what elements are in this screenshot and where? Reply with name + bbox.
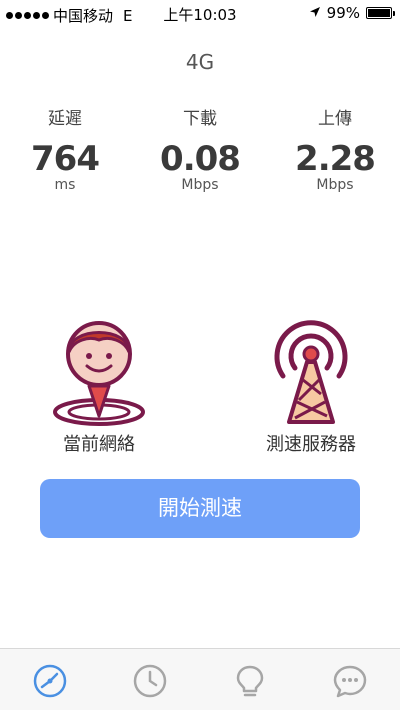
- test-server-label: 測速服務器: [266, 434, 356, 455]
- battery-percent: 99%: [326, 4, 360, 22]
- status-right: 99%: [309, 4, 395, 22]
- current-network-label: 當前網絡: [63, 434, 135, 455]
- current-network-card: 當前網絡: [24, 318, 174, 456]
- upload-value: 2.28: [295, 139, 376, 179]
- network-type-label: 4G: [185, 50, 215, 74]
- download-metric: 下載 0.08 Mbps: [140, 104, 260, 193]
- clock-icon: [133, 664, 167, 698]
- upload-unit: Mbps: [316, 177, 354, 193]
- latency-value: 764: [31, 139, 100, 179]
- chat-icon: [333, 665, 367, 698]
- start-test-button[interactable]: 開始測速: [40, 479, 360, 538]
- tab-bar: [0, 648, 400, 710]
- radio-tower-icon: [274, 320, 348, 424]
- tab-speedtest[interactable]: [33, 664, 67, 698]
- download-value: 0.08: [160, 139, 241, 179]
- latency-metric: 延遲 764 ms: [5, 104, 125, 193]
- lightbulb-icon: [236, 665, 264, 697]
- status-bar: 中国移动 E 上午10:03 99%: [0, 0, 400, 28]
- metrics-panel: 延遲 764 ms 下載 0.08 Mbps 上傳 2.28 Mbps: [0, 104, 400, 204]
- latency-label: 延遲: [48, 109, 82, 129]
- download-label: 下載: [183, 109, 217, 129]
- tab-tips[interactable]: [233, 664, 267, 698]
- tab-feedback[interactable]: [333, 664, 367, 698]
- battery-icon: [366, 7, 395, 19]
- download-unit: Mbps: [181, 177, 219, 193]
- speedometer-icon: [33, 664, 67, 698]
- upload-metric: 上傳 2.28 Mbps: [275, 104, 395, 193]
- upload-label: 上傳: [318, 109, 352, 129]
- user-location-icon: [53, 321, 145, 426]
- location-arrow-icon: [309, 4, 321, 22]
- test-server-card: 測速服務器: [236, 318, 386, 456]
- tab-history[interactable]: [133, 664, 167, 698]
- latency-unit: ms: [54, 177, 76, 193]
